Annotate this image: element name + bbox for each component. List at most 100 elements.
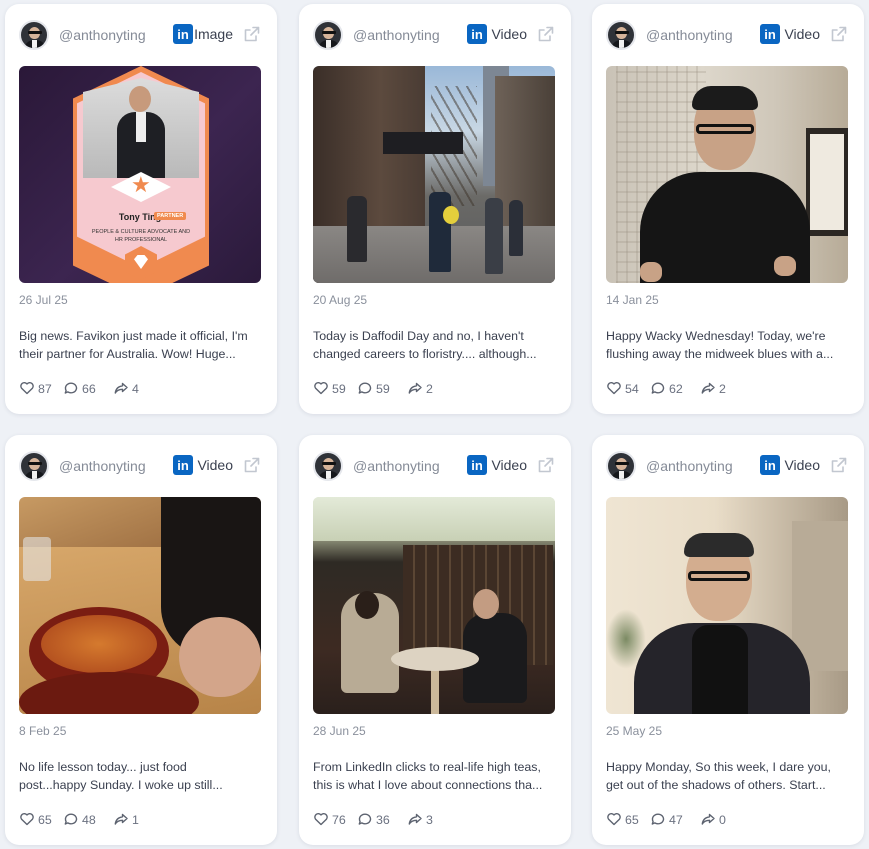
comment-icon (63, 380, 79, 396)
post-excerpt-line: changed careers to floristry.... althoug… (313, 347, 537, 361)
post-video-thumbnail[interactable] (313, 66, 555, 283)
external-link-icon[interactable] (830, 456, 848, 474)
likes-count: 76 (332, 813, 346, 827)
post-excerpt-line: Today is Daffodil Day and no, I haven't (313, 329, 524, 343)
post-type-group: in Image (163, 23, 263, 47)
post-type-label: Video (491, 26, 527, 42)
shares-count: 4 (132, 382, 139, 396)
post-card[interactable]: @anthonyting in Video 28 Jun 25 From Lin… (299, 435, 571, 845)
post-type-label: Image (194, 26, 233, 42)
post-type-label: Video (784, 457, 820, 473)
avatar[interactable] (606, 451, 636, 481)
post-card[interactable]: @anthonyting in Image ★ Tony Ting PARTNE… (5, 4, 277, 414)
comment-icon (357, 811, 373, 827)
partner-badge: PARTNER (154, 212, 187, 220)
post-excerpt[interactable]: From LinkedIn clicks to real-life high t… (313, 758, 558, 794)
author-handle[interactable]: @anthonyting (353, 458, 440, 474)
share-arrow-icon (407, 811, 423, 827)
linkedin-icon: in (760, 455, 780, 475)
heart-icon (313, 380, 329, 396)
share-arrow-icon (700, 380, 716, 396)
post-excerpt[interactable]: Happy Monday, So this week, I dare you, … (606, 758, 851, 794)
avatar[interactable] (19, 451, 49, 481)
linkedin-icon: in (467, 455, 487, 475)
comments-count: 36 (376, 813, 390, 827)
post-excerpt-line: Happy Monday, So this week, I dare you, (606, 760, 831, 774)
post-video-thumbnail[interactable] (313, 497, 555, 714)
post-type-group: in Video (457, 23, 557, 47)
post-type-label: Video (491, 457, 527, 473)
avatar[interactable] (606, 20, 636, 50)
heart-icon (19, 811, 35, 827)
post-excerpt-line: get out of the shadows of others. Start.… (606, 778, 826, 792)
card-header: @anthonyting in Video (313, 20, 557, 52)
shares-count: 1 (132, 813, 139, 827)
shares-count: 2 (719, 382, 726, 396)
comments-count: 47 (669, 813, 683, 827)
post-date: 20 Aug 25 (313, 293, 368, 307)
heart-icon (19, 380, 35, 396)
post-excerpt-line: post...happy Sunday. I woke up still... (19, 778, 223, 792)
post-excerpt-line: flushing away the midweek blues with a..… (606, 347, 834, 361)
author-handle[interactable]: @anthonyting (59, 27, 146, 43)
external-link-icon[interactable] (537, 456, 555, 474)
comments-count: 48 (82, 813, 96, 827)
heart-icon (606, 380, 622, 396)
shares-count: 2 (426, 382, 433, 396)
avatar[interactable] (313, 20, 343, 50)
card-name-text: Tony Ting (118, 212, 162, 222)
avatar[interactable] (19, 20, 49, 50)
comments-count: 62 (669, 382, 683, 396)
post-image[interactable]: ★ Tony Ting PARTNER PEOPLE & CULTURE ADV… (19, 66, 261, 283)
post-excerpt[interactable]: Happy Wacky Wednesday! Today, we're flus… (606, 327, 851, 363)
author-handle[interactable]: @anthonyting (353, 27, 440, 43)
post-excerpt-line: No life lesson today... just food (19, 760, 187, 774)
post-excerpt[interactable]: Today is Daffodil Day and no, I haven't … (313, 327, 558, 363)
role-text: PEOPLE & CULTURE ADVOCATE AND HR PROFESS… (91, 229, 191, 243)
post-date: 14 Jan 25 (606, 293, 659, 307)
post-video-thumbnail[interactable] (19, 497, 261, 714)
comments-count: 66 (82, 382, 96, 396)
avatar[interactable] (313, 451, 343, 481)
external-link-icon[interactable] (243, 456, 261, 474)
post-video-thumbnail[interactable] (606, 497, 848, 714)
post-type-label: Video (784, 26, 820, 42)
post-video-thumbnail[interactable] (606, 66, 848, 283)
post-excerpt-line: this is what I love about connections th… (313, 778, 543, 792)
share-arrow-icon (700, 811, 716, 827)
post-card[interactable]: @anthonyting in Video 8 Feb 25 No life l… (5, 435, 277, 845)
external-link-icon[interactable] (830, 25, 848, 43)
card-header: @anthonyting in Video (606, 20, 850, 52)
post-date: 26 Jul 25 (19, 293, 68, 307)
external-link-icon[interactable] (537, 25, 555, 43)
share-arrow-icon (113, 380, 129, 396)
post-card[interactable]: @anthonyting in Video 20 Aug 25 Today is… (299, 4, 571, 414)
card-header: @anthonyting in Video (313, 451, 557, 483)
shares-count: 3 (426, 813, 433, 827)
author-handle[interactable]: @anthonyting (59, 458, 146, 474)
comment-icon (650, 811, 666, 827)
post-type-group: in Video (163, 454, 263, 478)
post-type-group: in Video (750, 454, 850, 478)
card-header: @anthonyting in Video (606, 451, 850, 483)
post-card[interactable]: @anthonyting in Video 14 Jan 25 Happy Wa… (592, 4, 864, 414)
likes-count: 59 (332, 382, 346, 396)
external-link-icon[interactable] (243, 25, 261, 43)
comment-icon (650, 380, 666, 396)
star-icon: ★ (131, 172, 151, 197)
post-excerpt-line: their partner for Australia. Wow! Huge..… (19, 347, 236, 361)
author-handle[interactable]: @anthonyting (646, 458, 733, 474)
likes-count: 65 (625, 813, 639, 827)
share-arrow-icon (407, 380, 423, 396)
post-card[interactable]: @anthonyting in Video 25 May 25 Happy Mo… (592, 435, 864, 845)
heart-icon (313, 811, 329, 827)
linkedin-icon: in (467, 24, 487, 44)
post-excerpt[interactable]: No life lesson today... just food post..… (19, 758, 264, 794)
post-excerpt[interactable]: Big news. Favikon just made it official,… (19, 327, 264, 363)
post-excerpt-line: Happy Wacky Wednesday! Today, we're (606, 329, 826, 343)
likes-count: 65 (38, 813, 52, 827)
comment-icon (63, 811, 79, 827)
comment-icon (357, 380, 373, 396)
author-handle[interactable]: @anthonyting (646, 27, 733, 43)
post-date: 8 Feb 25 (19, 724, 67, 738)
